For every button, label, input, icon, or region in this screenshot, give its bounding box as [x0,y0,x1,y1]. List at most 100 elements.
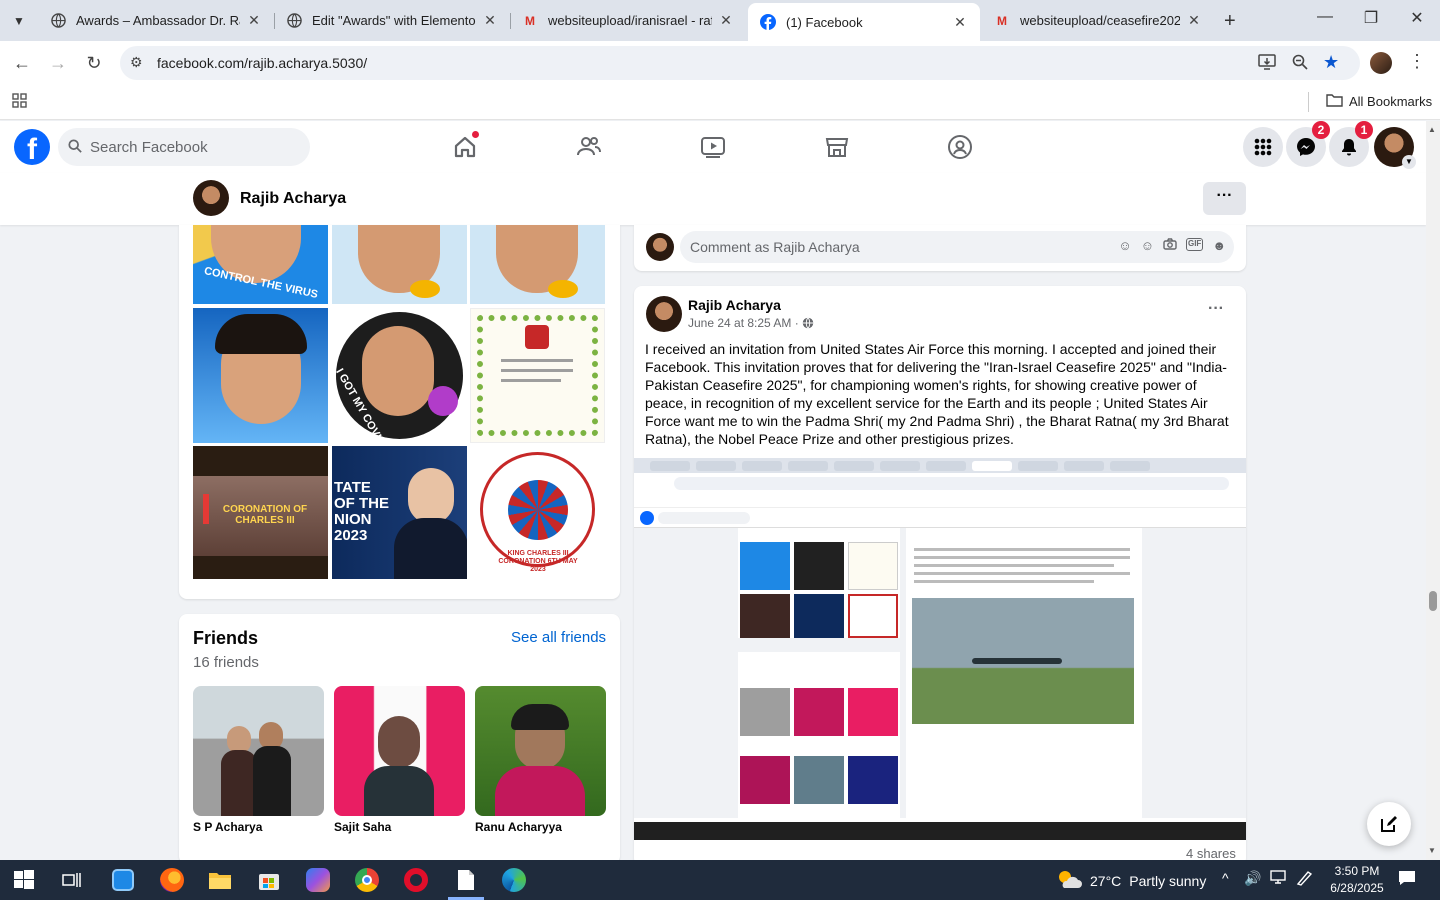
reload-icon[interactable]: ↻ [82,51,106,75]
microsoft-store-icon[interactable] [255,866,283,894]
new-tab-plus-icon[interactable]: + [1224,10,1236,33]
task-view-icon[interactable] [58,866,86,894]
friend-name[interactable]: Ranu Acharyya [475,820,562,834]
back-arrow-icon[interactable]: ← [10,51,34,75]
scroll-down-arrow-icon[interactable]: ▼ [1428,846,1436,855]
friends-icon[interactable] [575,133,603,161]
all-bookmarks-button[interactable]: All Bookmarks [1326,93,1432,110]
commenter-avatar[interactable] [646,233,674,261]
emoji-icon[interactable]: ☺ [1141,238,1154,253]
tab-search-chevron-icon[interactable]: ▼ [6,8,32,34]
weather-condition: Partly sunny [1129,872,1207,889]
browser-menu-kebab-icon[interactable]: ⋮ [1408,51,1426,72]
close-tab-icon[interactable]: ✕ [1186,12,1202,29]
groups-icon[interactable] [946,133,974,161]
comment-input[interactable]: Comment as Rajib Acharya ☺ ☺ GIF ☻ [680,231,1234,263]
photo-thumbnail[interactable]: KING CHARLES III CORONATION 6TH MAY 2023 [470,446,605,579]
menu-grid-icon [1254,138,1272,156]
firefox-icon[interactable] [158,866,186,894]
messenger-button[interactable]: 2 [1286,121,1330,167]
search-input[interactable] [90,138,290,156]
close-tab-icon[interactable]: ✕ [482,12,498,29]
close-tab-icon[interactable]: ✕ [718,12,734,29]
tab-title: websiteupload/iranisrael - rafre [548,13,712,28]
system-clock[interactable]: 3:50 PM 6/28/2025 [1326,863,1388,897]
browser-tab-active[interactable]: (1) Facebook ✕ [748,3,980,41]
browser-tab[interactable]: Edit "Awards" with Elementor ✕ [274,6,510,35]
video-icon[interactable] [699,133,727,161]
post-author-avatar[interactable] [646,296,682,332]
facebook-logo-icon[interactable]: f [14,129,50,165]
account-avatar[interactable]: ▼ [1374,127,1416,169]
marketplace-icon[interactable] [823,133,851,161]
photo-thumbnail[interactable]: TATE OF THE NION 2023 [332,446,467,579]
browser-tab[interactable]: M websiteupload/ceasefire2025 - ✕ [982,6,1214,35]
forward-arrow-icon[interactable]: → [46,51,70,75]
photo-thumbnail[interactable] [470,225,605,304]
menu-grid-button[interactable] [1243,127,1283,167]
gif-icon[interactable]: GIF [1185,238,1204,251]
photo-thumbnail[interactable] [470,308,605,443]
scroll-up-arrow-icon[interactable]: ▲ [1428,125,1436,134]
globe-icon [50,13,66,29]
post-timestamp[interactable]: June 24 at 8:25 AM · [688,316,814,332]
install-app-icon[interactable] [1258,54,1276,74]
close-tab-icon[interactable]: ✕ [952,14,968,31]
edge-icon[interactable] [500,866,528,894]
copilot-icon[interactable] [304,866,332,894]
file-explorer-icon[interactable] [206,866,234,894]
profile-avatar[interactable] [193,180,229,216]
windows-start-icon[interactable] [10,866,38,894]
page-scrollbar[interactable]: ▲ ▼ [1426,121,1440,860]
zoom-icon[interactable] [1292,54,1308,74]
notepad-icon[interactable] [448,866,484,894]
friend-name[interactable]: S P Acharya [193,820,262,834]
search-box[interactable] [58,128,310,166]
photo-thumbnail[interactable] [332,225,467,304]
bookmark-star-icon[interactable]: ★ [1323,52,1339,73]
new-message-button[interactable] [1367,802,1411,846]
site-info-tune-icon[interactable]: ⚙ [130,54,143,71]
friends-title[interactable]: Friends [193,628,258,649]
profile-more-button[interactable]: ··· [1203,182,1246,215]
close-tab-icon[interactable]: ✕ [246,12,262,29]
network-icon[interactable] [1270,870,1286,887]
address-bar[interactable]: ⚙ facebook.com/rajib.acharya.5030/ ★ [120,46,1360,80]
browser-profile-avatar[interactable] [1370,52,1392,74]
pen-icon[interactable] [1296,870,1314,889]
post-image[interactable] [634,458,1246,840]
restore-window-icon[interactable]: ❐ [1356,8,1386,28]
chrome-icon[interactable] [353,866,381,894]
friend-photo[interactable] [475,686,606,816]
weather-widget[interactable]: 27°C Partly sunny [1056,868,1206,893]
sticker-icon[interactable]: ☻ [1212,238,1226,253]
profile-name[interactable]: Rajib Acharya [240,190,346,208]
notification-center-icon[interactable] [1398,870,1416,889]
photo-thumbnail[interactable]: I GOT MY COVID-19 VACCINE [332,308,467,443]
url-text[interactable]: facebook.com/rajib.acharya.5030/ [157,55,367,71]
photo-thumbnail[interactable]: CORONATION OF CHARLES III [193,446,328,579]
friend-photo[interactable] [193,686,324,816]
volume-icon[interactable]: 🔊 [1244,870,1261,887]
photo-thumbnail[interactable]: CONTROL THE VIRUS [193,225,328,304]
post-more-options-button[interactable]: ··· [1208,300,1224,318]
app-icon-blue[interactable] [109,866,137,894]
opera-icon[interactable] [402,866,430,894]
friend-name[interactable]: Sajit Saha [334,820,391,834]
camera-icon[interactable] [1163,238,1177,253]
post-shares-count[interactable]: 4 shares [1186,846,1236,861]
browser-tab[interactable]: Awards – Ambassador Dr. Rajib ✕ [38,6,274,35]
notifications-button[interactable]: 1 [1329,121,1373,167]
post-author-name[interactable]: Rajib Acharya [688,297,781,313]
avatar-sticker-icon[interactable]: ☺ [1118,238,1131,253]
close-window-icon[interactable]: ✕ [1402,8,1432,28]
tray-chevron-up-icon[interactable]: ^ [1222,870,1229,886]
friend-photo[interactable] [334,686,465,816]
photo-thumbnail[interactable] [193,308,328,443]
see-all-friends-link[interactable]: See all friends [511,629,606,646]
apps-grid-icon[interactable] [12,93,27,112]
clock-date: 6/28/2025 [1330,881,1384,895]
scrollbar-thumb[interactable] [1429,591,1437,611]
browser-tab[interactable]: M websiteupload/iranisrael - rafre ✕ [510,6,746,35]
minimize-window-icon[interactable]: — [1310,8,1340,26]
